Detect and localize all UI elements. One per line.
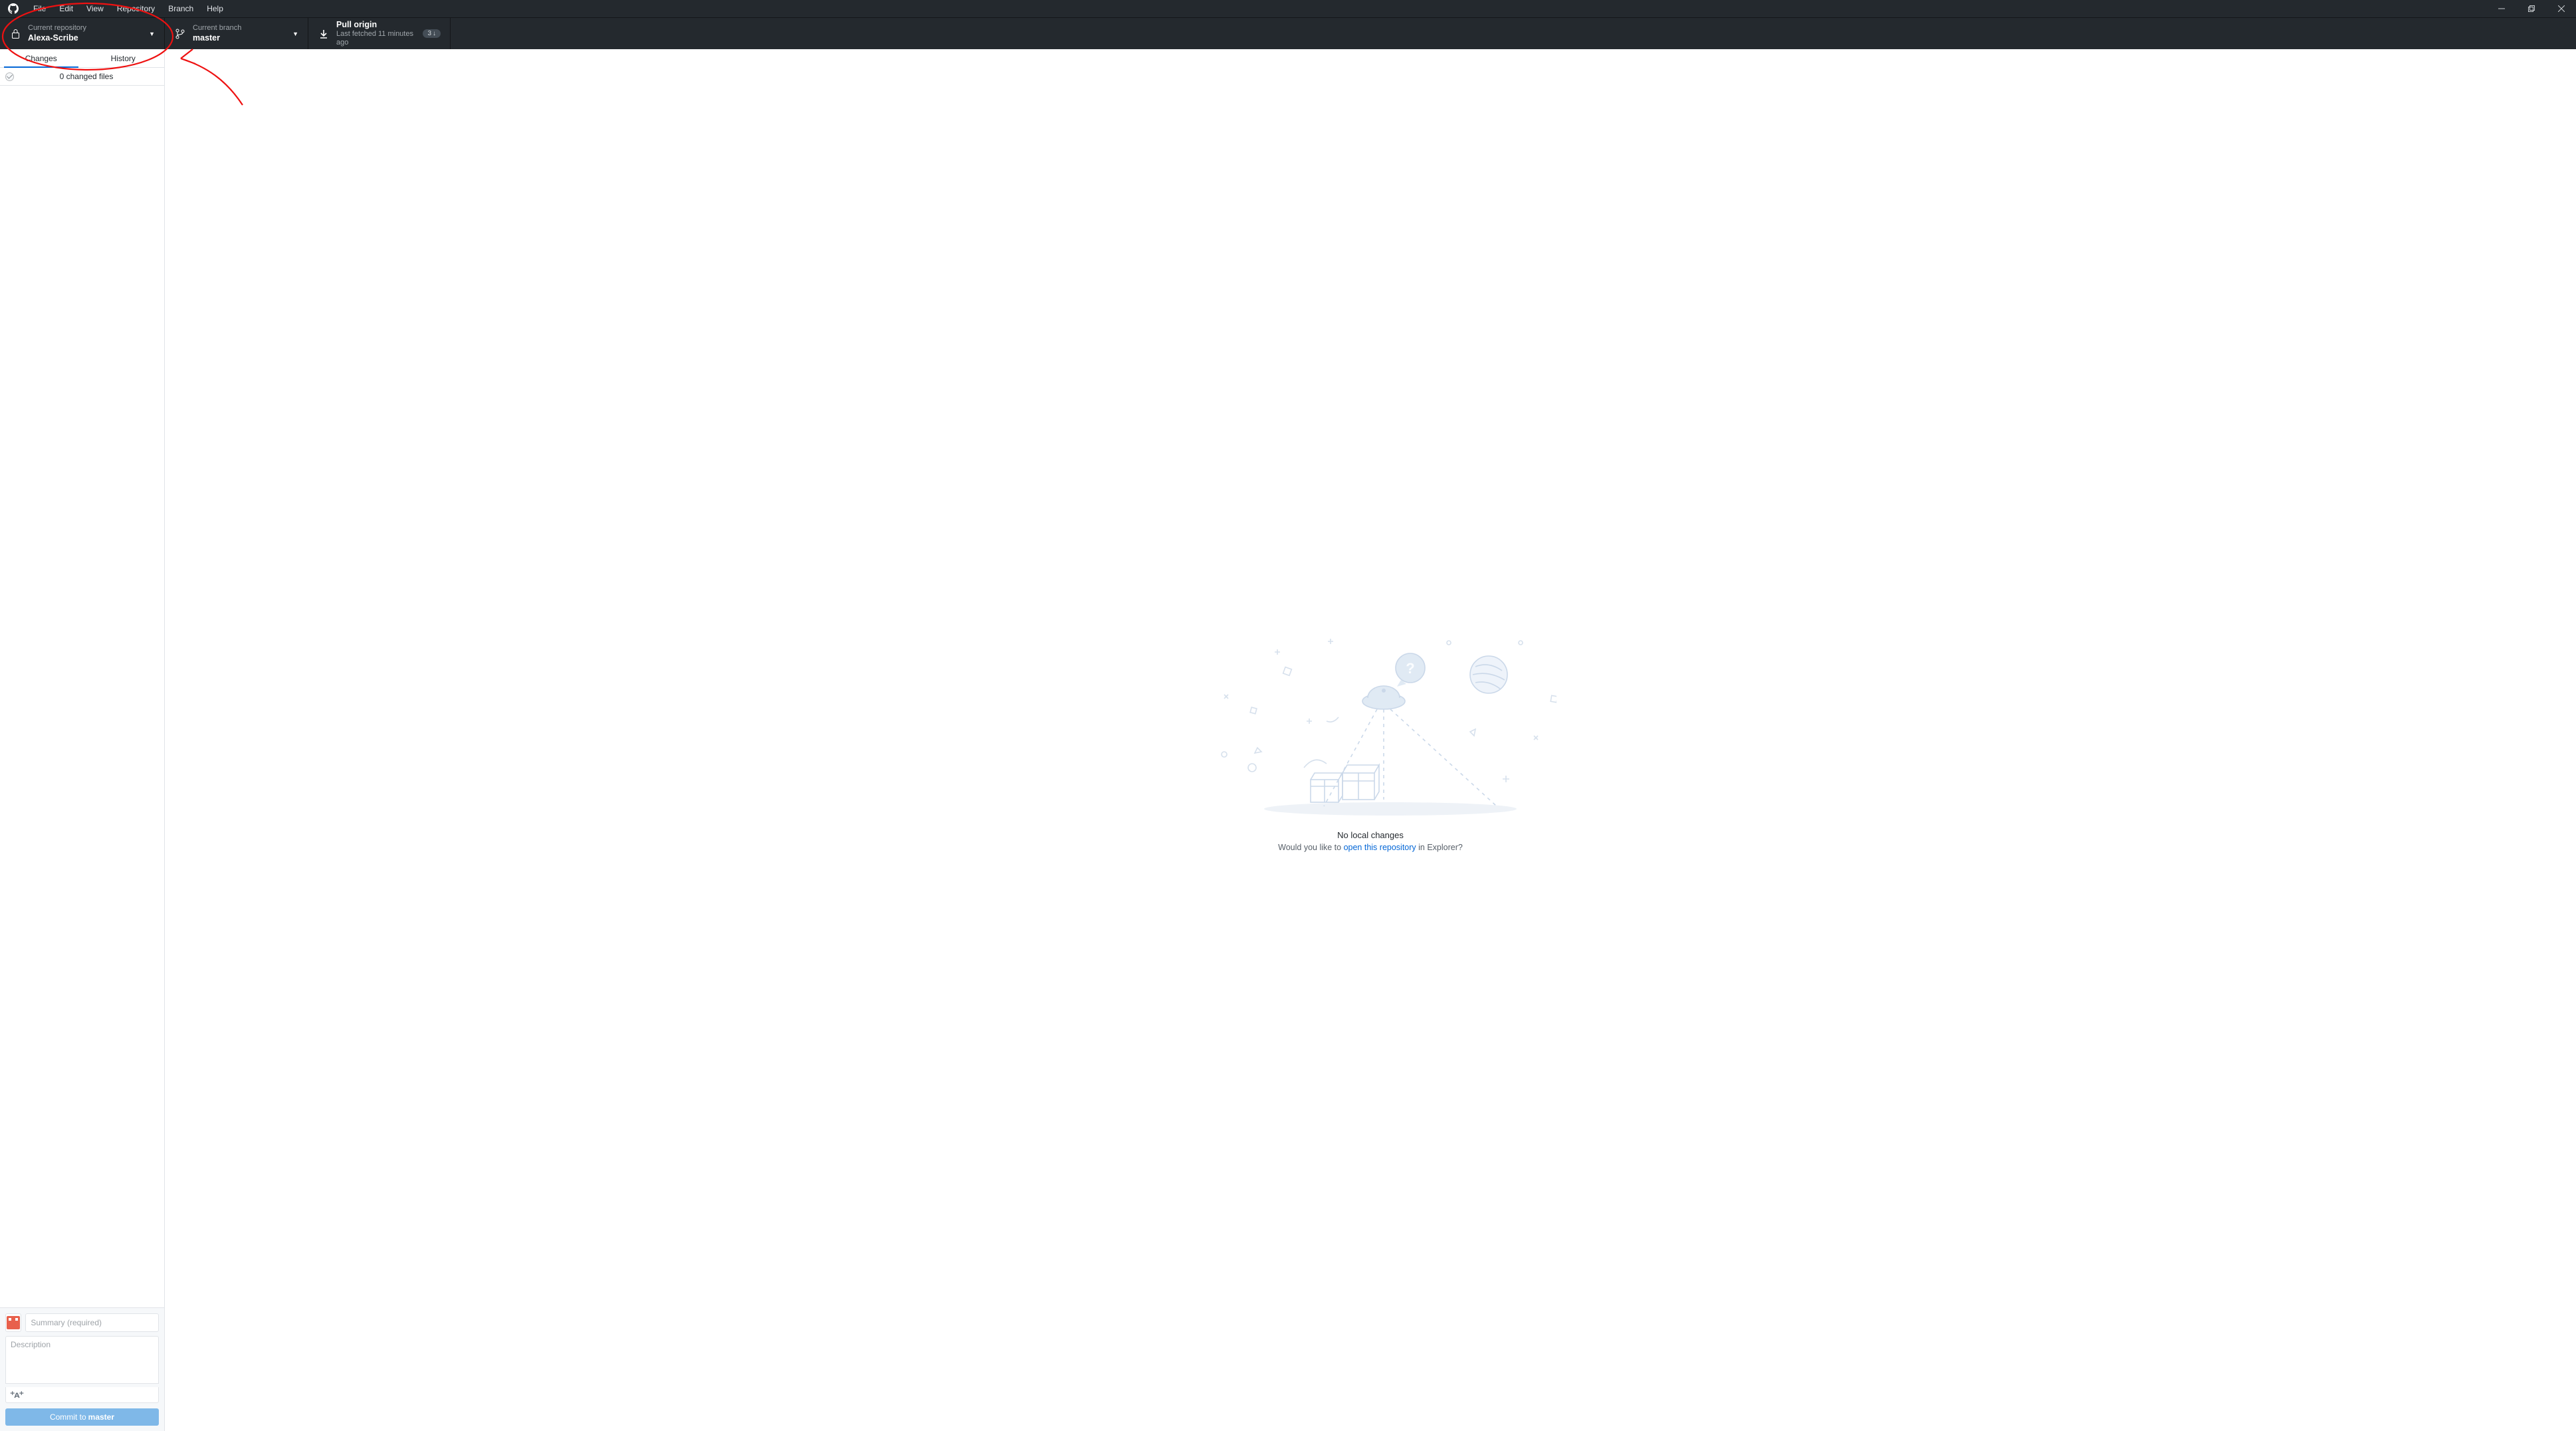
repo-label: Current repository xyxy=(28,24,145,33)
pull-origin-button[interactable]: Pull origin Last fetched 11 minutes ago … xyxy=(308,18,451,49)
caret-down-icon: ▼ xyxy=(149,31,155,37)
tab-changes[interactable]: Changes xyxy=(0,49,82,67)
sidebar-tabs: Changes History xyxy=(0,49,164,68)
open-repository-link[interactable]: open this repository xyxy=(1344,843,1416,852)
tab-history[interactable]: History xyxy=(82,49,165,67)
menu-repository[interactable]: Repository xyxy=(110,4,161,13)
menu-edit[interactable]: Edit xyxy=(53,4,80,13)
branch-name: master xyxy=(193,33,288,43)
changed-files-bar[interactable]: 0 changed files xyxy=(0,68,164,86)
commit-button-branch: master xyxy=(88,1412,114,1422)
toolbar: Current repository Alexa-Scribe ▼ Curren… xyxy=(0,17,2576,49)
menu-file[interactable]: File xyxy=(27,4,53,13)
current-repository-dropdown[interactable]: Current repository Alexa-Scribe ▼ xyxy=(0,18,165,49)
github-logo-icon xyxy=(8,3,19,14)
lock-icon xyxy=(11,29,20,39)
branch-label: Current branch xyxy=(193,24,288,33)
empty-state-prompt: Would you like to open this repository i… xyxy=(1278,843,1463,852)
select-all-checkbox[interactable] xyxy=(5,72,14,81)
empty-state-illustration: ? xyxy=(1184,628,1556,827)
commit-button[interactable]: Commit to master xyxy=(5,1408,159,1426)
summary-input[interactable] xyxy=(25,1313,159,1332)
title-bar: File Edit View Repository Branch Help xyxy=(0,0,2576,17)
menu-help[interactable]: Help xyxy=(200,4,230,13)
pull-badge: 3↓ xyxy=(423,29,441,38)
download-arrow-icon xyxy=(320,29,328,39)
minimize-button[interactable] xyxy=(2486,0,2516,17)
add-coauthor-icon[interactable]: ⁺ᴀ⁺ xyxy=(10,1389,23,1400)
menu-view[interactable]: View xyxy=(80,4,110,13)
git-branch-icon xyxy=(175,29,185,39)
repo-name: Alexa-Scribe xyxy=(28,33,145,43)
close-button[interactable] xyxy=(2546,0,2576,17)
description-input[interactable] xyxy=(5,1336,159,1384)
pull-subtitle: Last fetched 11 minutes ago xyxy=(336,30,415,47)
empty-state-title: No local changes xyxy=(1337,830,1404,840)
menu-branch[interactable]: Branch xyxy=(161,4,200,13)
commit-button-prefix: Commit to xyxy=(50,1412,86,1422)
main-content: ? xyxy=(165,49,2576,1431)
window-controls xyxy=(2486,0,2576,17)
avatar xyxy=(5,1313,21,1332)
current-branch-dropdown[interactable]: Current branch master ▼ xyxy=(165,18,308,49)
maximize-button[interactable] xyxy=(2516,0,2546,17)
commit-form: ⁺ᴀ⁺ Commit to master xyxy=(0,1307,164,1431)
pull-title: Pull origin xyxy=(336,20,415,30)
menu-bar: File Edit View Repository Branch Help xyxy=(27,4,230,13)
description-footer: ⁺ᴀ⁺ xyxy=(5,1387,159,1403)
caret-down-icon: ▼ xyxy=(292,31,298,37)
sidebar: Changes History 0 changed files ⁺ᴀ⁺ Comm… xyxy=(0,49,165,1431)
svg-text:?: ? xyxy=(1406,660,1414,677)
changed-files-count: 0 changed files xyxy=(14,72,159,81)
